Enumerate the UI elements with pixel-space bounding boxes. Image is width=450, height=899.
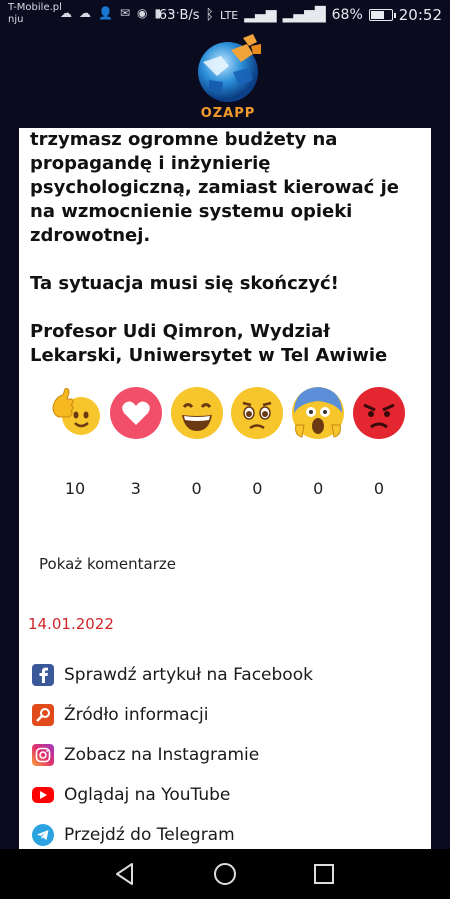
reaction-counts: 10 3 0 0 0 0 bbox=[47, 479, 407, 498]
cloud-icon: ☁ bbox=[79, 6, 91, 20]
thumbs-up-reaction-icon[interactable] bbox=[47, 385, 103, 441]
reaction-count: 10 bbox=[64, 479, 86, 498]
link-label: Przejdź do Telegram bbox=[64, 825, 235, 845]
link-label: Sprawdź artykuł na Facebook bbox=[64, 665, 313, 685]
reaction-count: 0 bbox=[373, 479, 385, 498]
logo-text: OZAPP bbox=[200, 106, 256, 121]
status-right: 63 B/s ᛒ LTE ▂▄▆ ▂▄▆█ 68% 20:52 bbox=[159, 6, 442, 24]
battery-fill bbox=[370, 11, 384, 19]
source-link[interactable]: Źródło informacji bbox=[32, 695, 422, 735]
share-links: Sprawdź artykuł na Facebook Źródło infor… bbox=[32, 655, 422, 849]
sad-reaction-icon[interactable] bbox=[229, 385, 285, 441]
reaction-count: 3 bbox=[130, 479, 141, 498]
clock: 20:52 bbox=[398, 6, 442, 24]
instagram-icon bbox=[32, 744, 54, 766]
shock-reaction-icon[interactable] bbox=[290, 385, 346, 441]
facebook-link[interactable]: Sprawdź artykuł na Facebook bbox=[32, 655, 422, 695]
laugh-reaction-icon[interactable] bbox=[169, 385, 225, 441]
link-label: Oglądaj na YouTube bbox=[64, 785, 231, 805]
bluetooth-icon: ᛒ bbox=[205, 7, 214, 23]
network-type: LTE bbox=[219, 8, 239, 22]
heart-reaction-icon[interactable] bbox=[108, 385, 164, 441]
article-body: trzymasz ogromne budżety na propagandę i… bbox=[30, 128, 425, 392]
mail-icon: ✉ bbox=[119, 6, 131, 20]
youtube-icon bbox=[32, 787, 54, 803]
cloud-icon: ☁ bbox=[60, 6, 72, 20]
signal-icon: ▂▄▆█ bbox=[282, 7, 326, 23]
youtube-link[interactable]: Oglądaj na YouTube bbox=[32, 775, 422, 815]
carrier-name: T-Mobile.pl bbox=[8, 2, 62, 13]
telegram-link[interactable]: Przejdź do Telegram bbox=[32, 815, 422, 849]
reaction-bar bbox=[47, 385, 407, 441]
net-speed: 63 B/s bbox=[158, 7, 200, 23]
telegram-icon bbox=[32, 824, 54, 846]
show-comments-button[interactable]: Pokaż komentarze bbox=[39, 555, 176, 573]
reaction-count: 0 bbox=[191, 479, 202, 498]
battery-icon bbox=[368, 9, 396, 21]
article-card: trzymasz ogromne budżety na propagandę i… bbox=[19, 128, 431, 849]
recents-icon[interactable] bbox=[311, 861, 337, 887]
publish-date: 14.01.2022 bbox=[28, 615, 114, 633]
status-bar: T-Mobile.pl nju ☁ ☁ 👤 ✉ ◉ ▮ ··· 63 B/s ᛒ… bbox=[0, 0, 450, 30]
app-logo: OZAPP bbox=[191, 32, 265, 124]
facebook-icon bbox=[32, 664, 54, 686]
article-paragraph: trzymasz ogromne budżety na propagandę i… bbox=[30, 129, 399, 246]
carrier-label: T-Mobile.pl nju bbox=[8, 2, 62, 26]
battery-percent: 68% bbox=[331, 7, 363, 23]
signal-icon: ▂▄▆ bbox=[244, 7, 277, 23]
instagram-link[interactable]: Zobacz na Instagramie bbox=[32, 735, 422, 775]
carrier-sub: nju bbox=[8, 14, 24, 25]
link-label: Źródło informacji bbox=[64, 705, 209, 725]
messenger-icon: ◉ bbox=[137, 6, 148, 20]
link-label: Zobacz na Instagramie bbox=[64, 745, 260, 765]
add-person-icon: 👤 bbox=[98, 6, 113, 20]
back-icon[interactable] bbox=[112, 861, 138, 887]
globe-logo-icon bbox=[198, 34, 261, 102]
reaction-count: 0 bbox=[252, 479, 263, 498]
angry-reaction-icon[interactable] bbox=[351, 385, 407, 441]
reaction-count: 0 bbox=[313, 479, 324, 498]
search-icon bbox=[32, 704, 54, 726]
article-signature: Profesor Udi Qimron, Wydział Lekarski, U… bbox=[30, 321, 388, 366]
system-nav-bar bbox=[0, 849, 450, 899]
article-paragraph: Ta sytuacja musi się skończyć! bbox=[30, 273, 339, 294]
home-icon[interactable] bbox=[212, 861, 238, 887]
